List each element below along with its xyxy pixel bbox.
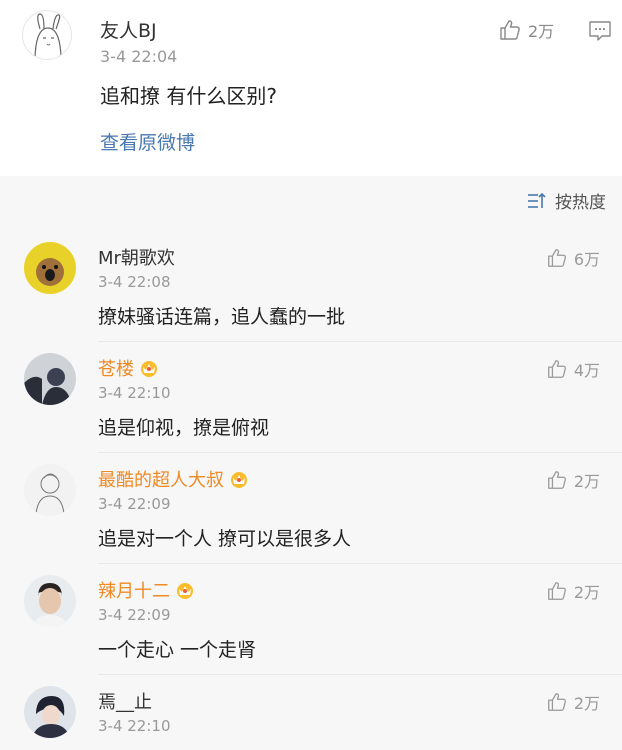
- sort-label: 按热度: [555, 193, 606, 213]
- comment-timestamp: 3-4 22:09: [98, 606, 171, 624]
- commenter-name[interactable]: Mr朝歌欢: [98, 244, 175, 270]
- post-like-button[interactable]: 2万: [498, 18, 554, 42]
- comment-timestamp: 3-4 22:09: [98, 495, 171, 513]
- post-like-count: 2万: [528, 22, 555, 41]
- thumbs-up-icon: [547, 249, 566, 267]
- sort-by-hot-button[interactable]: 按热度: [527, 188, 606, 213]
- comment-like-count: 6万: [573, 250, 600, 269]
- crown-icon: [231, 472, 247, 488]
- post-text: 追和撩 有什么区别?: [100, 84, 277, 108]
- sort-icon: [528, 192, 546, 208]
- comment-like-button[interactable]: 6万: [546, 246, 600, 270]
- post-comment-button[interactable]: [588, 20, 612, 46]
- comment-text: 撩妹骚话连篇，追人蠢的一批: [98, 306, 346, 328]
- comment-like-button[interactable]: 2万: [546, 579, 600, 603]
- thumbs-up-icon: [547, 693, 566, 711]
- comment-text: 追是对一个人 撩可以是很多人: [98, 528, 352, 550]
- thumbs-up-icon: [500, 20, 520, 40]
- comment-like-count: 4万: [573, 361, 600, 380]
- sort-bar: 按热度: [0, 186, 622, 222]
- comment-item: 苍楼 3-4 22:10 追是仰视，撩是俯视 4万: [0, 341, 622, 452]
- commenter-avatar[interactable]: [24, 242, 76, 294]
- commenter-avatar[interactable]: [24, 575, 76, 627]
- thumbs-up-icon: [547, 471, 566, 489]
- comment-like-count: 2万: [573, 583, 600, 602]
- view-original-link[interactable]: 查看原微博: [100, 128, 195, 155]
- comment-item: Mr朝歌欢 3-4 22:08 撩妹骚话连篇，追人蠢的一批 6万: [0, 230, 622, 341]
- thumbs-up-icon: [547, 582, 566, 600]
- comment-icon: [589, 21, 611, 41]
- comment-like-button[interactable]: 4万: [546, 357, 600, 381]
- thumbs-up-icon: [547, 360, 566, 378]
- original-post: 友人BJ 3-4 22:04 追和撩 有什么区别? 查看原微博 2万: [0, 0, 622, 176]
- comment-like-count: 2万: [573, 694, 600, 713]
- comment-list: Mr朝歌欢 3-4 22:08 撩妹骚话连篇，追人蠢的一批 6万 苍楼 3-4 …: [0, 230, 622, 750]
- commenter-name[interactable]: 焉__止: [98, 688, 152, 714]
- comment-like-count: 2万: [573, 472, 600, 491]
- comment-timestamp: 3-4 22:10: [98, 384, 171, 402]
- commenter-avatar[interactable]: [24, 686, 76, 738]
- post-author-avatar[interactable]: [22, 10, 72, 60]
- comment-like-button[interactable]: 2万: [546, 468, 600, 492]
- post-timestamp: 3-4 22:04: [100, 47, 178, 66]
- commenter-name[interactable]: 苍楼: [98, 355, 160, 381]
- commenter-name[interactable]: 最酷的超人大叔: [98, 466, 250, 492]
- commenter-avatar[interactable]: [24, 464, 76, 516]
- comment-like-button[interactable]: 2万: [546, 690, 600, 714]
- comment-text: 一个走心 一个走肾: [98, 639, 257, 661]
- comment-item: 最酷的超人大叔 3-4 22:09 追是对一个人 撩可以是很多人 2万: [0, 452, 622, 563]
- comment-text: 追是仰视，撩是俯视: [98, 417, 270, 439]
- commenter-name[interactable]: 辣月十二: [98, 577, 196, 603]
- commenter-avatar[interactable]: [24, 353, 76, 405]
- comment-timestamp: 3-4 22:10: [98, 717, 171, 735]
- comment-item: 焉__止 3-4 22:10 2万: [0, 674, 622, 750]
- post-author-name[interactable]: 友人BJ: [100, 16, 157, 43]
- comment-item: 辣月十二 3-4 22:09 一个走心 一个走肾 2万: [0, 563, 622, 674]
- rabbit-avatar-icon: [34, 13, 62, 59]
- crown-icon: [141, 361, 157, 377]
- crown-icon: [177, 583, 193, 599]
- comment-timestamp: 3-4 22:08: [98, 273, 171, 291]
